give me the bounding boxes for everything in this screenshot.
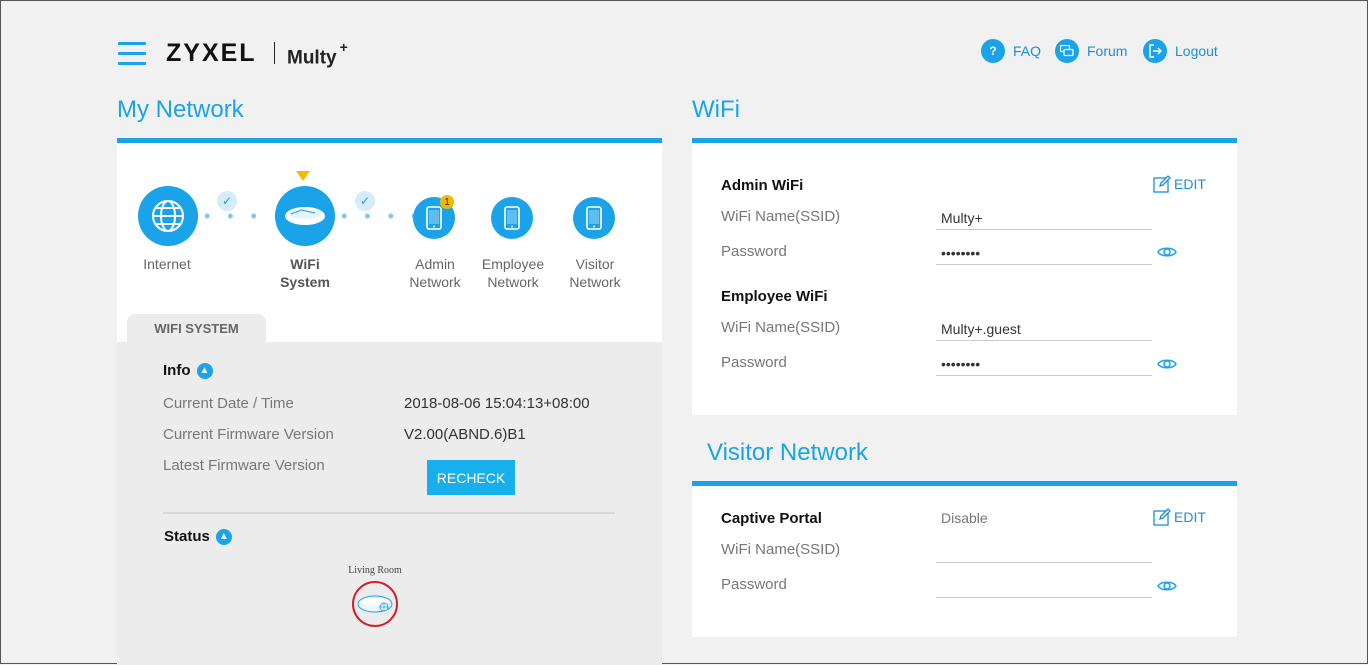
phone-icon	[504, 206, 520, 230]
globe-icon	[152, 200, 184, 232]
brand-logo: ZYXEL	[166, 39, 257, 67]
wifi-system-label-line1: WiFi	[290, 256, 320, 272]
status-heading-label: Status	[164, 528, 210, 545]
wifi-system-node[interactable]	[275, 186, 335, 246]
current-firmware-value: V2.00(ABND.6)B1	[404, 426, 526, 443]
menu-icon[interactable]	[118, 42, 146, 66]
show-password-icon[interactable]	[1157, 357, 1177, 371]
logout-icon	[1143, 39, 1167, 63]
router-icon	[357, 595, 393, 613]
admin-wifi-heading: Admin WiFi	[721, 177, 804, 194]
visitor-network-node[interactable]	[573, 197, 615, 239]
admin-password-label: Password	[721, 243, 787, 260]
info-divider	[163, 512, 615, 514]
product-label: Multy	[287, 47, 337, 69]
status-heading[interactable]: Status ▲	[164, 528, 232, 545]
chevron-up-icon[interactable]: ▲	[196, 362, 213, 379]
visitor-ssid-field[interactable]	[936, 541, 1152, 563]
employee-ssid-label: WiFi Name(SSID)	[721, 319, 841, 336]
connection-dots: • • • •	[341, 206, 424, 226]
recheck-button[interactable]: RECHECK	[427, 460, 515, 495]
employee-network-label-line1: Employee	[481, 256, 545, 272]
product-plus: +	[339, 39, 348, 55]
device-status-node[interactable]	[352, 581, 398, 627]
admin-network-label: Admin Network	[397, 255, 473, 291]
chevron-up-icon[interactable]: ▲	[215, 528, 232, 545]
admin-ssid-field[interactable]: Multy+	[936, 208, 1152, 230]
logout-label: Logout	[1175, 43, 1218, 59]
phone-icon	[426, 206, 442, 230]
wifi-system-label-line2: System	[280, 274, 330, 290]
employee-network-label: Employee Network	[473, 255, 553, 291]
wifi-edit-label: EDIT	[1174, 176, 1206, 192]
faq-link[interactable]: ? FAQ	[981, 39, 1041, 63]
info-heading-label: Info	[163, 362, 191, 379]
visitor-ssid-label: WiFi Name(SSID)	[721, 541, 841, 558]
forum-label: Forum	[1087, 43, 1128, 59]
employee-wifi-heading: Employee WiFi	[721, 288, 828, 305]
current-firmware-label: Current Firmware Version	[163, 426, 334, 443]
edit-icon	[1153, 508, 1171, 526]
employee-password-field[interactable]: ••••••••	[936, 354, 1152, 376]
internet-label: Internet	[143, 256, 191, 272]
faq-label: FAQ	[1013, 43, 1042, 59]
device-location-label: Living Room	[348, 565, 402, 576]
product-name: Multy+	[287, 39, 348, 69]
notification-badge: 1	[440, 195, 454, 209]
visitor-password-label: Password	[721, 576, 787, 593]
brand-separator	[274, 42, 275, 64]
current-date-label: Current Date / Time	[163, 395, 294, 412]
logout-link[interactable]: Logout	[1143, 39, 1218, 63]
employee-network-node[interactable]	[491, 197, 533, 239]
topology-panel	[117, 143, 662, 343]
show-password-icon[interactable]	[1157, 579, 1177, 593]
visitor-edit-button[interactable]: EDIT	[1153, 508, 1206, 526]
info-heading[interactable]: Info ▲	[163, 362, 213, 379]
employee-ssid-field[interactable]: Multy+.guest	[936, 319, 1152, 341]
phone-icon	[586, 206, 602, 230]
visitor-network-label-line1: Visitor	[575, 256, 615, 272]
selected-indicator-icon	[296, 171, 310, 181]
employee-password-label: Password	[721, 354, 787, 371]
employee-network-label-line2: Network	[487, 274, 539, 290]
edit-icon	[1153, 175, 1171, 193]
router-icon	[285, 207, 325, 225]
wifi-title: WiFi	[692, 96, 740, 123]
wifi-edit-button[interactable]: EDIT	[1153, 175, 1206, 193]
visitor-edit-label: EDIT	[1174, 509, 1206, 525]
captive-portal-heading: Captive Portal	[721, 510, 822, 527]
admin-network-label-line1: Admin	[415, 256, 455, 272]
tab-wifi-system[interactable]: WIFI SYSTEM	[127, 314, 266, 343]
faq-icon: ?	[981, 39, 1005, 63]
visitor-network-label: Visitor Network	[557, 255, 633, 291]
forum-icon	[1055, 39, 1079, 63]
admin-ssid-label: WiFi Name(SSID)	[721, 208, 841, 225]
latest-firmware-label: Latest Firmware Version	[163, 457, 325, 474]
show-password-icon[interactable]	[1157, 245, 1177, 259]
current-date-value: 2018-08-06 15:04:13+08:00	[404, 395, 590, 412]
admin-password-field[interactable]: ••••••••	[936, 243, 1152, 265]
my-network-title: My Network	[117, 96, 244, 123]
visitor-network-title: Visitor Network	[707, 439, 868, 466]
forum-link[interactable]: Forum	[1055, 39, 1127, 63]
visitor-network-label-line2: Network	[569, 274, 621, 290]
visitor-password-field[interactable]	[936, 576, 1152, 598]
wifi-system-label: WiFi System	[265, 255, 345, 291]
internet-node[interactable]	[138, 186, 198, 246]
connection-dots: • • • •	[204, 206, 287, 226]
admin-network-label-line2: Network	[409, 274, 461, 290]
captive-portal-value: Disable	[941, 510, 988, 526]
